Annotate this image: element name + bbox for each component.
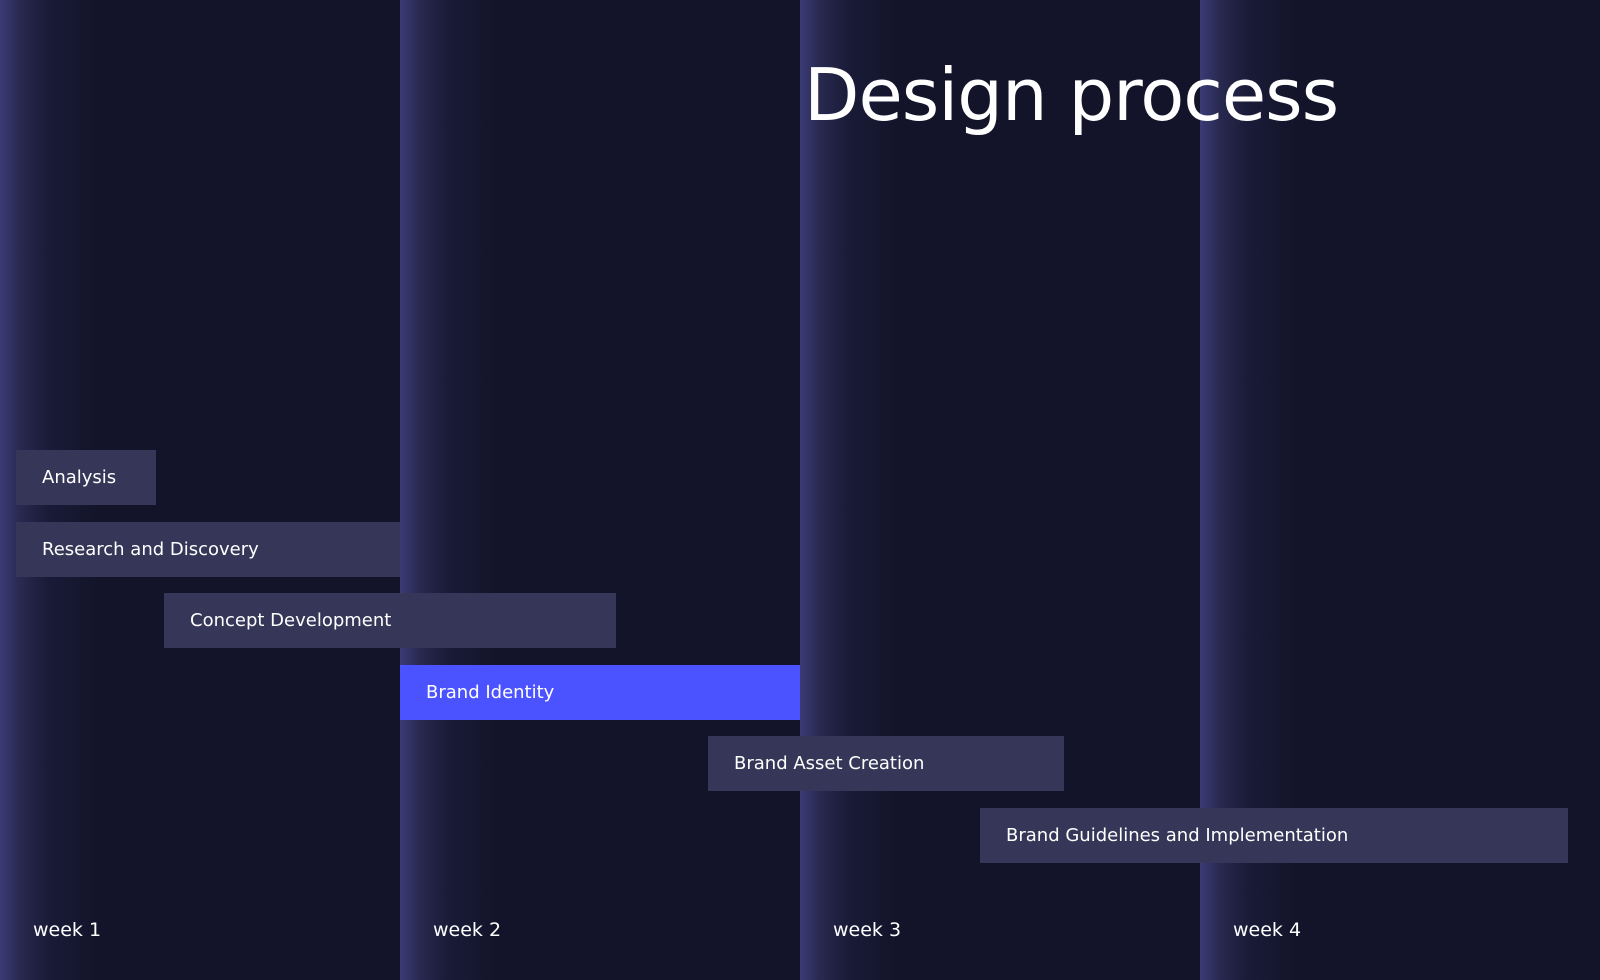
task-bar: Research and Discovery: [16, 521, 400, 577]
gantt-chart: week 1 week 2 week 3 week 4 Analysis Researc…: [0, 0, 1600, 980]
week-label: week 1: [33, 919, 102, 941]
task-bar: Concept Development: [164, 593, 616, 648]
week-label: week 2: [433, 919, 502, 941]
task-bar: Brand Asset Creation: [708, 736, 1064, 791]
chart-title: Design process: [804, 53, 1339, 137]
task-bar: Brand Guidelines and Implementation: [980, 807, 1568, 863]
task-bar: Brand Identity: [400, 664, 800, 720]
week-label: week 4: [1233, 919, 1302, 941]
task-bar: Analysis: [16, 450, 156, 505]
week-column: [400, 0, 800, 980]
week-label: week 3: [833, 919, 902, 941]
